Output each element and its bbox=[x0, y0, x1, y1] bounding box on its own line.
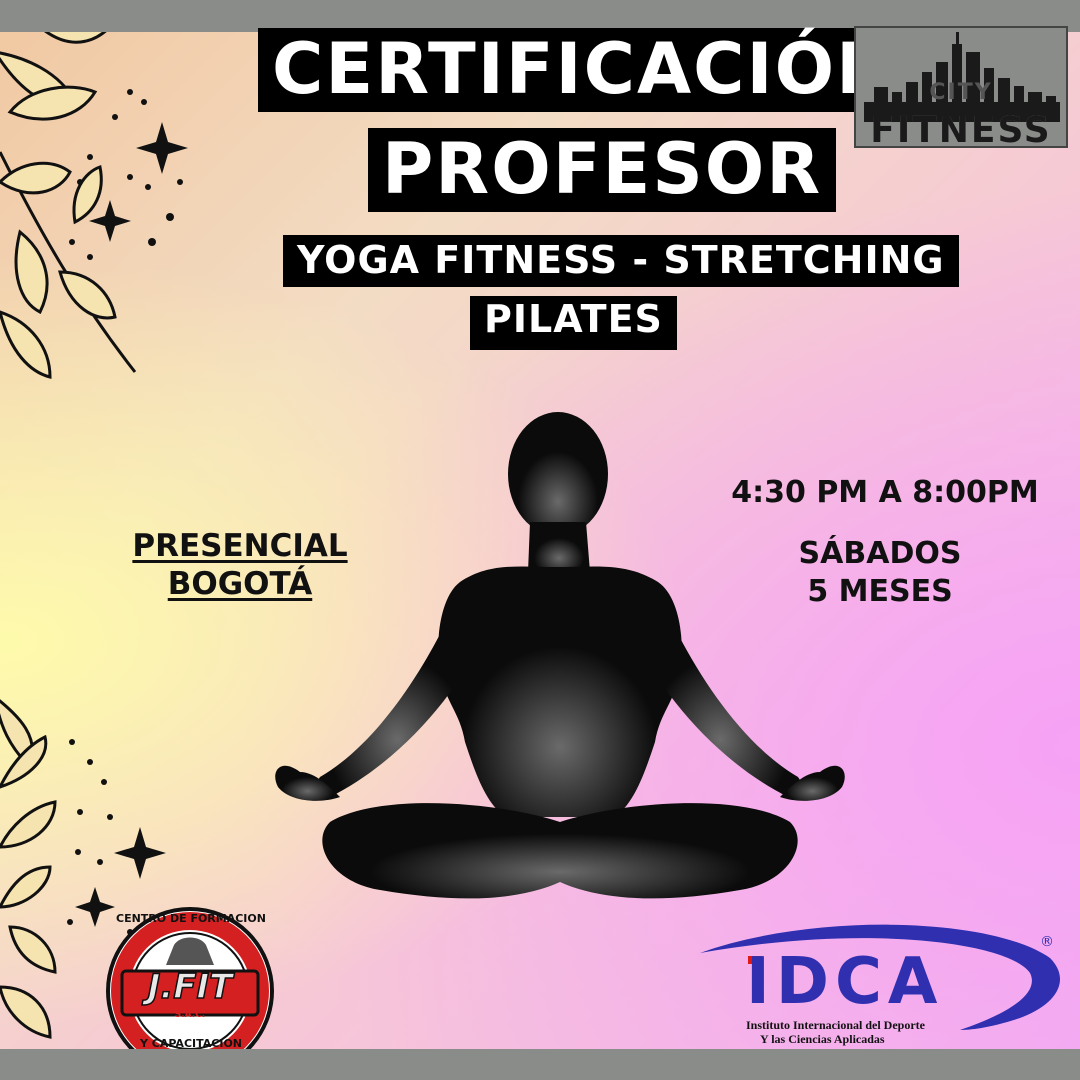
dias-text: SÁBADOS 5 MESES bbox=[760, 535, 1000, 611]
subtitle-line2: PILATES bbox=[470, 296, 677, 350]
city-logo-word1: CITY bbox=[929, 80, 993, 105]
page-title: CERTIFICACIÓN bbox=[258, 28, 911, 112]
idca-subtitle: Instituto Internacional del Deporte Y la… bbox=[746, 1018, 925, 1046]
city-fitness-logo: CITY FITNESS bbox=[854, 26, 1068, 151]
dias-line1: SÁBADOS bbox=[798, 536, 962, 571]
modalidad-line2: BOGOTÁ bbox=[167, 566, 313, 602]
sparkle-icon bbox=[69, 89, 188, 260]
page-title-line2: PROFESOR bbox=[368, 128, 837, 212]
idca-subtitle-line2: Y las Ciencias Aplicadas bbox=[760, 1032, 885, 1046]
dias-line2: 5 MESES bbox=[807, 574, 953, 609]
horario-text: 4:30 PM A 8:00PM bbox=[731, 475, 1039, 510]
modalidad-line1: PRESENCIAL bbox=[132, 528, 348, 564]
idca-letters: IDCA bbox=[746, 945, 944, 1019]
bottom-frame-strip bbox=[0, 1049, 1080, 1080]
jfit-name: J.FIT bbox=[147, 966, 233, 1008]
registered-mark: ® bbox=[1040, 934, 1054, 950]
subtitle-line1: YOGA FITNESS - STRETCHING bbox=[283, 235, 959, 287]
city-skyline-icon bbox=[864, 32, 1060, 122]
jfit-bottom-text: Y CAPACITACION bbox=[140, 1037, 242, 1049]
modalidad-text: PRESENCIAL BOGOTÁ bbox=[100, 527, 380, 603]
city-logo-word2: FITNESS bbox=[870, 110, 1052, 151]
jfit-top-text: CENTRO DE FORMACION bbox=[116, 912, 266, 925]
idca-subtitle-line1: Instituto Internacional del Deporte bbox=[746, 1018, 925, 1032]
jfit-suffix: S.A.C. bbox=[174, 1010, 206, 1020]
